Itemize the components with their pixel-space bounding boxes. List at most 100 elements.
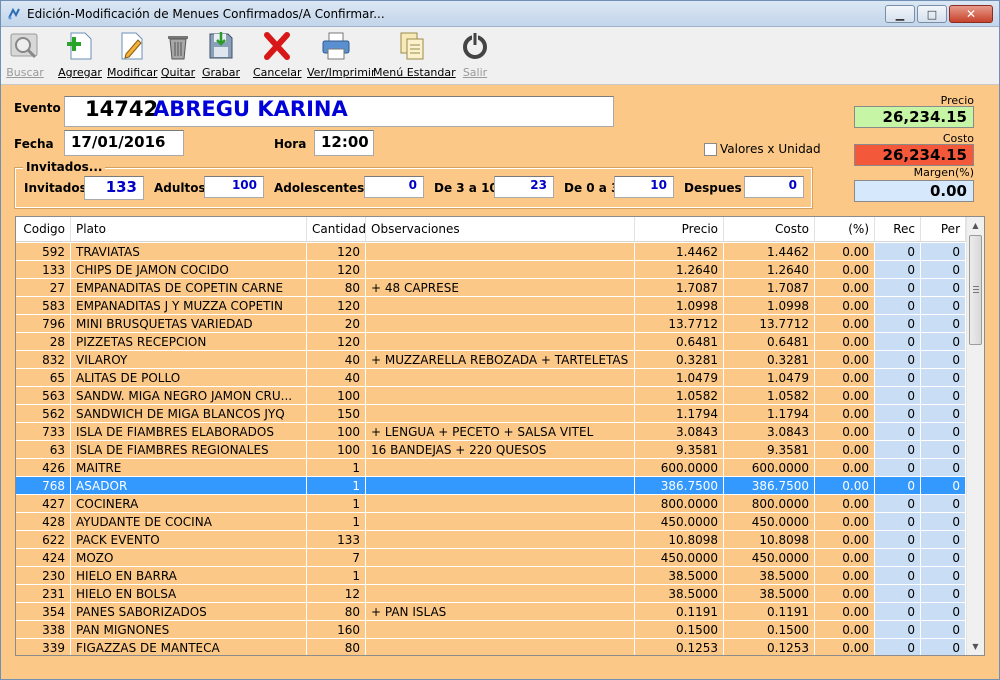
cell-per[interactable]: 0 [921,531,966,549]
standard-menu-button[interactable]: Menú Estandar [373,30,456,82]
cell-per[interactable]: 0 [921,603,966,621]
cell-plato[interactable]: PAN MIGNONES [71,621,307,639]
adultos-field[interactable]: 100 [204,176,264,198]
cell-pct[interactable]: 0.00 [815,549,875,567]
cell-plato[interactable]: ALITAS DE POLLO [71,369,307,387]
cell-rec[interactable]: 0 [875,603,921,621]
cell-precio[interactable]: 1.2640 [635,261,724,279]
cell-cantidad[interactable]: 100 [307,423,366,441]
cell-codigo[interactable]: 65 [16,369,71,387]
table-row[interactable]: 733 ISLA DE FIAMBRES ELABORADOS 100 + LENGU… [16,423,966,441]
cell-codigo[interactable]: 231 [16,585,71,603]
cell-pct[interactable]: 0.00 [815,369,875,387]
table-row[interactable]: 338 PAN MIGNONES 160 0.1500 0.1500 0.00 0 0 [16,621,966,639]
col-precio[interactable]: Precio [635,217,724,242]
cell-obs[interactable]: + LENGUA + PECETO + SALSA VITEL [366,423,635,441]
col-plato[interactable]: Plato [71,217,307,242]
scroll-thumb[interactable] [969,235,982,345]
cell-pct[interactable]: 0.00 [815,513,875,531]
cell-pct[interactable]: 0.00 [815,441,875,459]
cell-costo[interactable]: 13.7712 [724,315,815,333]
cell-per[interactable]: 0 [921,369,966,387]
cell-costo[interactable]: 1.4462 [724,243,815,261]
cell-rec[interactable]: 0 [875,369,921,387]
cell-plato[interactable]: AYUDANTE DE COCINA [71,513,307,531]
add-button[interactable]: Agregar [57,30,103,82]
cell-per[interactable]: 0 [921,495,966,513]
cell-cantidad[interactable]: 150 [307,405,366,423]
cell-costo[interactable]: 1.0998 [724,297,815,315]
cell-precio[interactable]: 0.1253 [635,639,724,655]
cell-cantidad[interactable]: 80 [307,639,366,655]
cell-plato[interactable]: TRAVIATAS [71,243,307,261]
cell-rec[interactable]: 0 [875,531,921,549]
cell-plato[interactable]: CHIPS DE JAMON COCIDO [71,261,307,279]
cell-plato[interactable]: FIGAZZAS DE MANTECA [71,639,307,655]
table-row[interactable]: 354 PANES SABORIZADOS 80 + PAN ISLAS 0.1191 0… [16,603,966,621]
evento-field[interactable]: 14742 ABREGU KARINA [64,96,614,127]
cell-pct[interactable]: 0.00 [815,603,875,621]
cell-codigo[interactable]: 339 [16,639,71,655]
cell-per[interactable]: 0 [921,333,966,351]
cell-rec[interactable]: 0 [875,585,921,603]
cell-codigo[interactable]: 562 [16,405,71,423]
table-row[interactable]: 583 EMPANADITAS J Y MUZZA COPETIN 120 1.099… [16,297,966,315]
col-rec[interactable]: Rec [875,217,921,242]
cell-costo[interactable]: 0.1191 [724,603,815,621]
cell-costo[interactable]: 1.2640 [724,261,815,279]
col-codigo[interactable]: Codigo [16,217,71,242]
cell-costo[interactable]: 1.7087 [724,279,815,297]
cell-costo[interactable]: 386.7500 [724,477,815,495]
cell-per[interactable]: 0 [921,351,966,369]
save-button[interactable]: Grabar [201,30,241,82]
cell-costo[interactable]: 450.0000 [724,549,815,567]
cell-cantidad[interactable]: 100 [307,387,366,405]
table-row[interactable]: 424 MOZO 7 450.0000 450.0000 0.00 0 0 [16,549,966,567]
cell-rec[interactable]: 0 [875,333,921,351]
cell-pct[interactable]: 0.00 [815,531,875,549]
table-row[interactable]: 592 TRAVIATAS 120 1.4462 1.4462 0.00 0 0 [16,243,966,261]
close-button[interactable]: ✕ [949,5,993,23]
cell-costo[interactable]: 1.0582 [724,387,815,405]
cell-cantidad[interactable]: 133 [307,531,366,549]
cell-precio[interactable]: 10.8098 [635,531,724,549]
cell-pct[interactable]: 0.00 [815,315,875,333]
cell-per[interactable]: 0 [921,585,966,603]
cell-precio[interactable]: 450.0000 [635,513,724,531]
cell-precio[interactable]: 1.0998 [635,297,724,315]
scroll-up-icon[interactable]: ▲ [967,217,984,234]
cell-pct[interactable]: 0.00 [815,477,875,495]
vertical-scrollbar[interactable]: ▲ ▼ [966,217,984,655]
cell-pct[interactable]: 0.00 [815,459,875,477]
cell-obs[interactable] [366,621,635,639]
cell-rec[interactable]: 0 [875,279,921,297]
de3a10-field[interactable]: 23 [494,176,554,198]
cell-codigo[interactable]: 28 [16,333,71,351]
table-row[interactable]: 231 HIELO EN BOLSA 12 38.5000 38.5000 0.00 0 0 [16,585,966,603]
cell-precio[interactable]: 800.0000 [635,495,724,513]
cell-pct[interactable]: 0.00 [815,567,875,585]
cell-plato[interactable]: ISLA DE FIAMBRES REGIONALES [71,441,307,459]
cell-obs[interactable] [366,459,635,477]
cell-obs[interactable]: + MUZZARELLA REBOZADA + TARTELETAS [366,351,635,369]
cell-per[interactable]: 0 [921,297,966,315]
cell-cantidad[interactable]: 80 [307,279,366,297]
cell-pct[interactable]: 0.00 [815,297,875,315]
cell-rec[interactable]: 0 [875,477,921,495]
cell-cantidad[interactable]: 120 [307,261,366,279]
cell-cantidad[interactable]: 1 [307,477,366,495]
col-observaciones[interactable]: Observaciones [366,217,635,242]
table-row[interactable]: 832 VILAROY 40 + MUZZARELLA REBOZADA + TART… [16,351,966,369]
table-row[interactable]: 27 EMPANADITAS DE COPETIN CARNE 80 + 48 CAP… [16,279,966,297]
cell-pct[interactable]: 0.00 [815,243,875,261]
cell-codigo[interactable]: 230 [16,567,71,585]
scroll-down-icon[interactable]: ▼ [967,638,984,655]
cell-costo[interactable]: 0.1500 [724,621,815,639]
cell-pct[interactable]: 0.00 [815,495,875,513]
cell-cantidad[interactable]: 1 [307,495,366,513]
cell-obs[interactable] [366,549,635,567]
cell-codigo[interactable]: 583 [16,297,71,315]
cell-plato[interactable]: SANDWICH DE MIGA BLANCOS JYQ [71,405,307,423]
cell-precio[interactable]: 0.1500 [635,621,724,639]
cell-codigo[interactable]: 426 [16,459,71,477]
